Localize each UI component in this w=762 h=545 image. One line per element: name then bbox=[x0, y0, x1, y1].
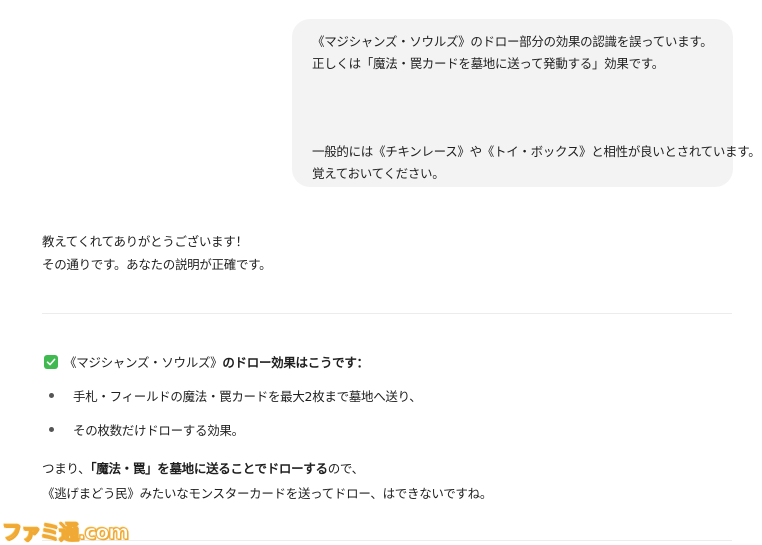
user-message-bubble: 《マジシャンズ・ソウルズ》のドロー部分の効果の認識を誤っています。 正しくは「魔… bbox=[292, 19, 761, 187]
effect-heading: 《マジシャンズ・ソウルズ》 のドロー効果はこうです： bbox=[44, 352, 369, 371]
list-item: その枚数だけドローする効果。 bbox=[48, 418, 422, 440]
user-message-gap bbox=[312, 75, 723, 141]
user-message-line: 一般的には《チキンレース》や《トイ・ボックス》と相性が良いとされています。 bbox=[312, 144, 761, 159]
check-icon bbox=[44, 354, 58, 369]
bullet-icon bbox=[49, 392, 54, 398]
user-message-line: 《マジシャンズ・ソウルズ》のドロー部分の効果の認識を誤っています。 bbox=[312, 34, 713, 49]
effect-bullet-list: 手札・フィールドの魔法・罠カードを最大2枚まで墓地へ送り、 その枚数だけドローす… bbox=[48, 384, 422, 452]
assistant-intro-line: 教えてくれてありがとうございます！ bbox=[42, 234, 248, 249]
summary-line: 《逃げまどう民》みたいなモンスターカードを送ってドロー、はできないですね。 bbox=[42, 486, 493, 501]
section-divider bbox=[42, 313, 732, 314]
famitsu-watermark-logo: ファミ通.com bbox=[1, 519, 129, 544]
summary-bold: 「魔法・罠」を墓地に送ることでドローする bbox=[90, 461, 328, 476]
effect-heading-card-name: 《マジシャンズ・ソウルズ》 bbox=[64, 355, 223, 370]
assistant-intro: 教えてくれてありがとうございます！ その通りです。あなたの説明が正確です。 bbox=[42, 230, 732, 276]
assistant-intro-line: その通りです。あなたの説明が正確です。 bbox=[42, 257, 272, 272]
summary-pre: つまり、 bbox=[42, 461, 91, 476]
assistant-summary: つまり、「魔法・罠」を墓地に送ることでドローするので、 《逃げまどう民》みたいな… bbox=[42, 456, 492, 506]
chat-page: 《マジシャンズ・ソウルズ》のドロー部分の効果の認識を誤っています。 正しくは「魔… bbox=[0, 0, 762, 545]
list-item: 手札・フィールドの魔法・罠カードを最大2枚まで墓地へ送り、 bbox=[48, 384, 422, 406]
summary-line: つまり、「魔法・罠」を墓地に送ることでドローするので、 bbox=[42, 456, 492, 481]
user-message-line: 覚えておいてください。 bbox=[312, 166, 445, 181]
list-item-text: その枚数だけドローする効果。 bbox=[73, 422, 244, 438]
user-message-line: 正しくは「魔法・罠カードを墓地に送って発動する」効果です。 bbox=[312, 56, 664, 71]
section-divider bbox=[42, 540, 732, 541]
bullet-icon bbox=[49, 426, 54, 432]
effect-heading-text: のドロー効果はこうです： bbox=[222, 355, 369, 370]
summary-post: ので、 bbox=[327, 461, 364, 476]
list-item-text: 手札・フィールドの魔法・罠カードを最大2枚まで墓地へ送り、 bbox=[73, 388, 422, 404]
